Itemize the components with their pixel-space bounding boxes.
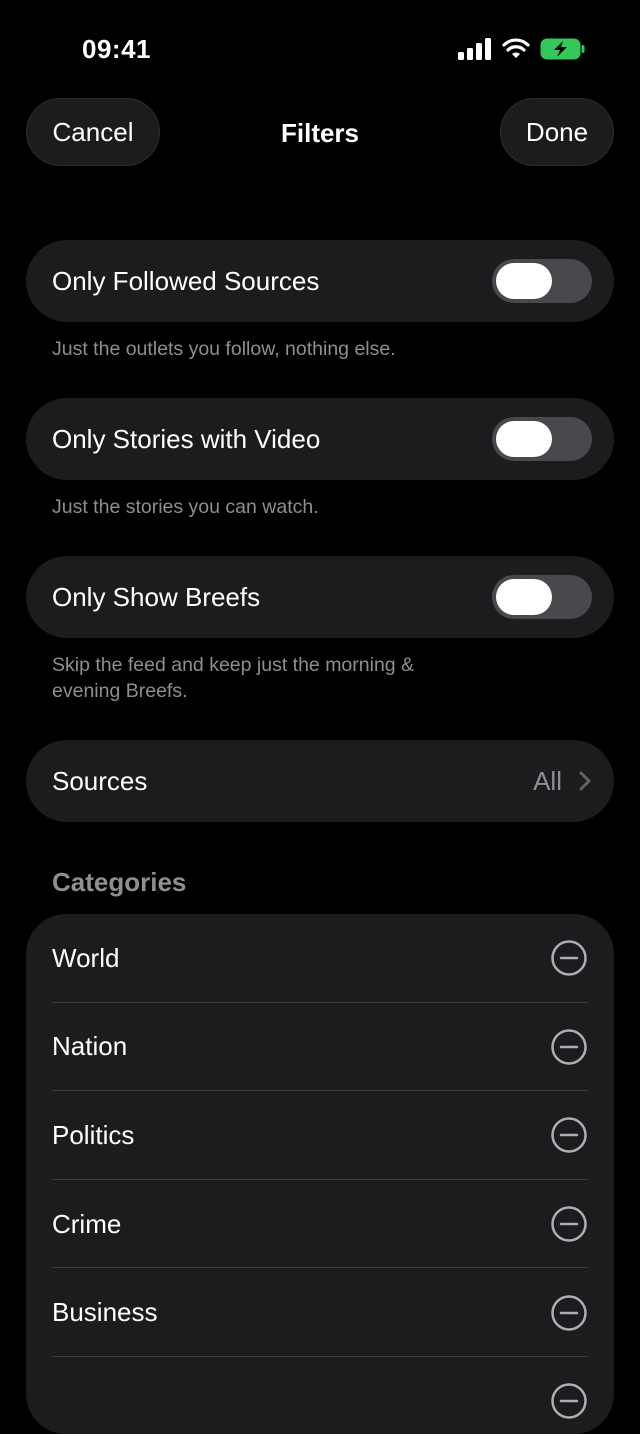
- list-item: Business: [26, 1268, 614, 1357]
- status-time: 09:41: [82, 34, 151, 64]
- followed-sources-toggle[interactable]: [492, 259, 592, 303]
- sources-row[interactable]: Sources All: [26, 740, 614, 822]
- list-item: World: [26, 914, 614, 1003]
- minus-circle-icon[interactable]: [550, 1205, 588, 1243]
- status-icons: [458, 38, 586, 60]
- show-breefs-row: Only Show Breefs: [26, 556, 614, 638]
- signal-icon: [458, 38, 491, 60]
- category-label: Politics: [52, 1119, 135, 1150]
- list-item: Nation: [26, 1003, 614, 1092]
- wifi-icon: [502, 38, 530, 58]
- list-item: Crime: [26, 1180, 614, 1269]
- status-bar: 09:41: [0, 0, 640, 100]
- minus-circle-icon[interactable]: [550, 1382, 588, 1420]
- show-breefs-toggle[interactable]: [492, 575, 592, 619]
- category-label: Business: [52, 1297, 158, 1328]
- category-label: World: [52, 942, 120, 973]
- followed-sources-row: Only Followed Sources: [26, 240, 614, 322]
- categories-list: World Nation Politics Crime Business: [26, 914, 614, 1434]
- sources-label: Sources: [52, 765, 148, 796]
- sources-value: All: [533, 765, 562, 796]
- minus-circle-icon[interactable]: [550, 1294, 588, 1332]
- chevron-right-icon: [579, 771, 591, 791]
- toggle-knob: [496, 421, 552, 457]
- toggle-knob: [496, 579, 552, 615]
- stories-with-video-row: Only Stories with Video: [26, 398, 614, 480]
- stories-with-video-toggle[interactable]: [492, 417, 592, 461]
- category-label: Nation: [52, 1031, 128, 1062]
- battery-charging-icon: [540, 38, 585, 60]
- followed-sources-label: Only Followed Sources: [52, 265, 320, 296]
- categories-header: Categories: [52, 867, 187, 897]
- list-item: [26, 1357, 614, 1434]
- show-breefs-footnote: Skip the feed and keep just the morning …: [52, 654, 415, 702]
- stories-with-video-label: Only Stories with Video: [52, 423, 321, 454]
- list-item: Politics: [26, 1091, 614, 1180]
- show-breefs-label: Only Show Breefs: [52, 581, 261, 612]
- category-label: Crime: [52, 1208, 122, 1239]
- toggle-knob: [496, 263, 552, 299]
- done-button[interactable]: Done: [500, 98, 614, 166]
- minus-circle-icon[interactable]: [550, 1116, 588, 1154]
- minus-circle-icon[interactable]: [550, 1028, 588, 1066]
- minus-circle-icon[interactable]: [550, 939, 588, 977]
- navigation-bar: Cancel Filters Done: [0, 98, 640, 170]
- stories-with-video-footnote: Just the stories you can watch.: [52, 496, 319, 518]
- followed-sources-footnote: Just the outlets you follow, nothing els…: [52, 338, 396, 360]
